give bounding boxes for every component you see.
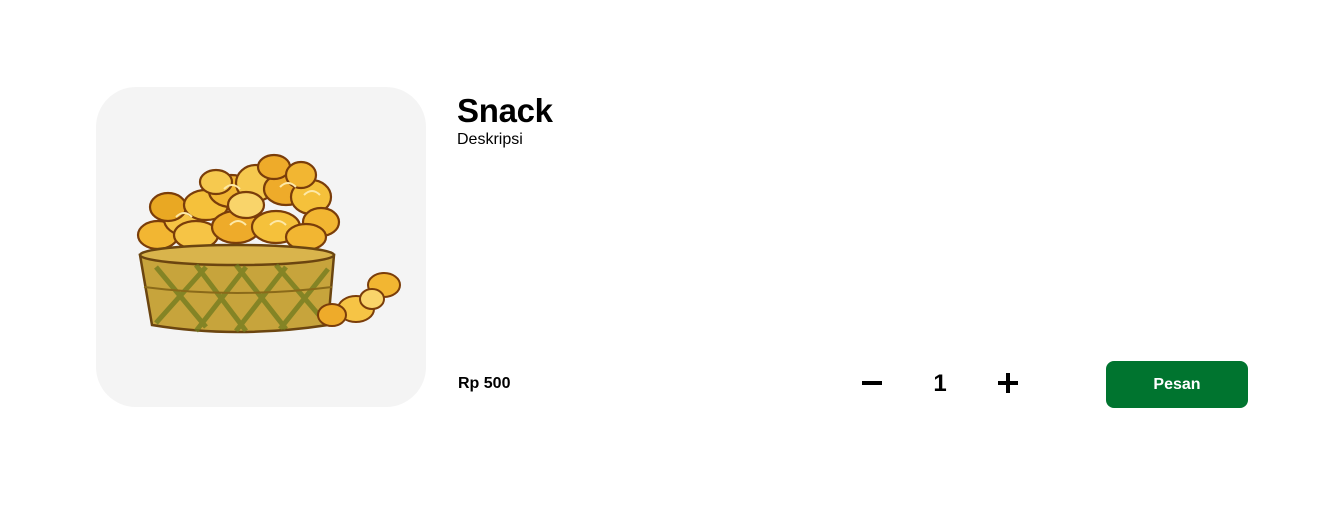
order-button[interactable]: Pesan: [1106, 361, 1248, 408]
quantity-value: 1: [933, 370, 947, 397]
snack-basket-image: [136, 153, 401, 334]
decrease-quantity-button[interactable]: [850, 362, 894, 406]
product-card: Snack Deskripsi Rp 500 1 Pesan: [0, 0, 1342, 507]
product-price: Rp 500: [458, 375, 511, 392]
product-title: Snack: [457, 92, 553, 129]
increase-quantity-button[interactable]: [986, 362, 1030, 406]
product-description: Deskripsi: [457, 131, 523, 148]
minus-icon: [862, 381, 882, 385]
product-image: [96, 87, 426, 407]
plus-icon: [998, 373, 1018, 393]
quantity-stepper: 1: [850, 362, 1030, 406]
